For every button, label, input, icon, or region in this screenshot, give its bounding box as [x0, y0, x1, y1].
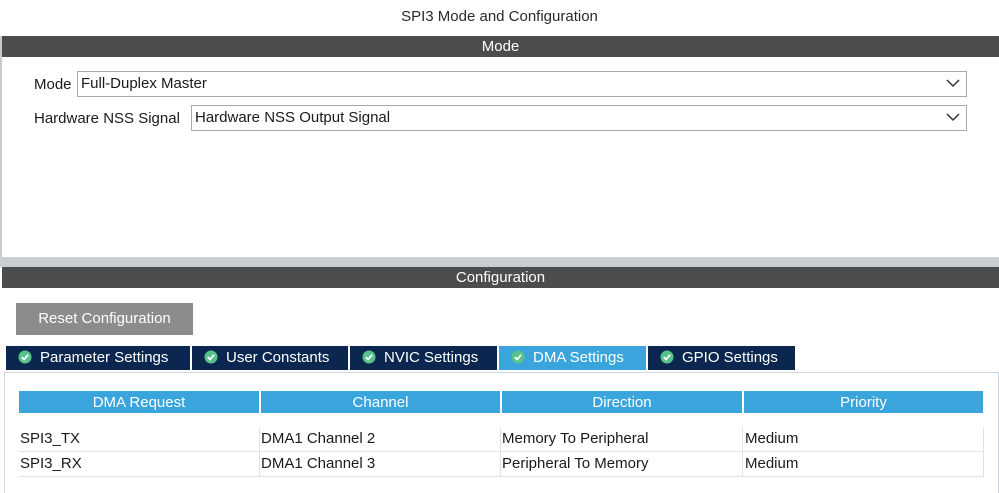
table-row[interactable]: SPI3_TX DMA1 Channel 2 Memory To Periphe… [19, 427, 983, 451]
nss-signal-label: Hardware NSS Signal [34, 110, 180, 127]
tab-label: GPIO Settings [682, 349, 778, 366]
window-title: SPI3 Mode and Configuration [401, 8, 598, 25]
mode-select[interactable]: Full-Duplex Master [77, 71, 967, 97]
column-header-channel[interactable]: Channel [261, 391, 500, 413]
section-divider[interactable] [0, 257, 999, 267]
column-header-dma-request[interactable]: DMA Request [19, 391, 259, 413]
table-row[interactable]: SPI3_RX DMA1 Channel 3 Peripheral To Mem… [19, 452, 983, 476]
tab-dma-settings[interactable]: DMA Settings [499, 346, 648, 370]
row-divider [19, 476, 983, 477]
check-circle-icon [18, 350, 32, 364]
reset-configuration-button[interactable]: Reset Configuration [16, 303, 193, 335]
check-circle-icon [660, 350, 674, 364]
mode-section-header: Mode [2, 36, 999, 57]
tab-gpio-settings[interactable]: GPIO Settings [648, 346, 797, 370]
cell-direction: Peripheral To Memory [502, 455, 649, 472]
mode-panel-border [0, 36, 2, 258]
check-circle-icon [362, 350, 376, 364]
tab-label: DMA Settings [533, 349, 624, 366]
nss-signal-select-value: Hardware NSS Output Signal [195, 109, 391, 126]
column-header-priority[interactable]: Priority [744, 391, 983, 413]
cell-dma-request: SPI3_TX [20, 430, 81, 447]
tab-parameter-settings[interactable]: Parameter Settings [6, 346, 192, 370]
cell-channel: DMA1 Channel 2 [261, 430, 376, 447]
tab-nvic-settings[interactable]: NVIC Settings [350, 346, 499, 370]
tab-label: User Constants [226, 349, 330, 366]
mode-label: Mode [34, 76, 72, 93]
chevron-down-icon [946, 113, 960, 122]
tab-user-constants[interactable]: User Constants [192, 346, 350, 370]
tab-label: NVIC Settings [384, 349, 479, 366]
column-divider [983, 427, 984, 477]
check-circle-icon [204, 350, 218, 364]
cell-channel: DMA1 Channel 3 [261, 455, 376, 472]
tab-label: Parameter Settings [40, 349, 169, 366]
configuration-section-header: Configuration [2, 267, 999, 288]
cell-dma-request: SPI3_RX [20, 455, 82, 472]
cell-direction: Memory To Peripheral [502, 430, 649, 447]
cell-priority: Medium [745, 455, 799, 472]
mode-select-value: Full-Duplex Master [81, 75, 207, 92]
nss-signal-select[interactable]: Hardware NSS Output Signal [191, 105, 967, 131]
cell-priority: Medium [745, 430, 799, 447]
chevron-down-icon [946, 79, 960, 88]
column-header-direction[interactable]: Direction [502, 391, 742, 413]
check-circle-icon [511, 350, 525, 364]
